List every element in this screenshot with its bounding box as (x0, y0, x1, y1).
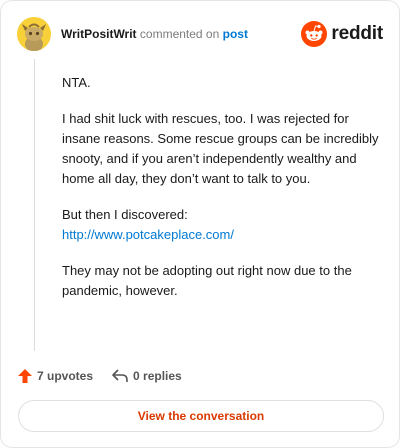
post-link[interactable]: post (223, 27, 248, 41)
action-text: commented on (139, 27, 220, 41)
snoo-avatar-icon (17, 17, 51, 51)
comment-paragraph-3: But then I discovered: http://www.potcak… (62, 205, 382, 245)
replies-label: 0 replies (133, 369, 182, 383)
comment-embed-card: WritPositWrit commented on post reddit N… (0, 0, 400, 448)
upvote-count[interactable]: 7 upvotes (17, 368, 93, 384)
thread-line (34, 59, 35, 351)
view-conversation-button[interactable]: View the conversation (18, 400, 384, 432)
comment-paragraph-4: They may not be adopting out right now d… (62, 263, 352, 298)
comment-paragraph-2: I had shit luck with rescues, too. I was… (62, 111, 379, 186)
reddit-snoo-icon (301, 21, 328, 47)
comment-paragraph-3-text: But then I discovered: (62, 207, 188, 222)
upvotes-label: 7 upvotes (37, 369, 94, 383)
upvote-arrow-icon (18, 369, 32, 383)
reddit-wordmark: reddit (331, 23, 383, 44)
comment-footer: 7 upvotes 0 replies (17, 365, 182, 387)
reply-arrow-icon (112, 369, 128, 382)
reddit-logo[interactable]: reddit (301, 19, 383, 49)
reply-count[interactable]: 0 replies (111, 368, 182, 384)
user-avatar[interactable] (17, 17, 51, 51)
comment-meta: WritPositWrit commented on post (61, 26, 248, 42)
comment-paragraph-1: NTA. (62, 75, 91, 90)
potcake-link[interactable]: http://www.potcakeplace.com/ (62, 227, 234, 242)
username[interactable]: WritPositWrit (61, 27, 137, 41)
comment-body: NTA. I had shit luck with rescues, too. … (62, 73, 382, 317)
comment-header: WritPositWrit commented on post reddit (17, 17, 383, 51)
